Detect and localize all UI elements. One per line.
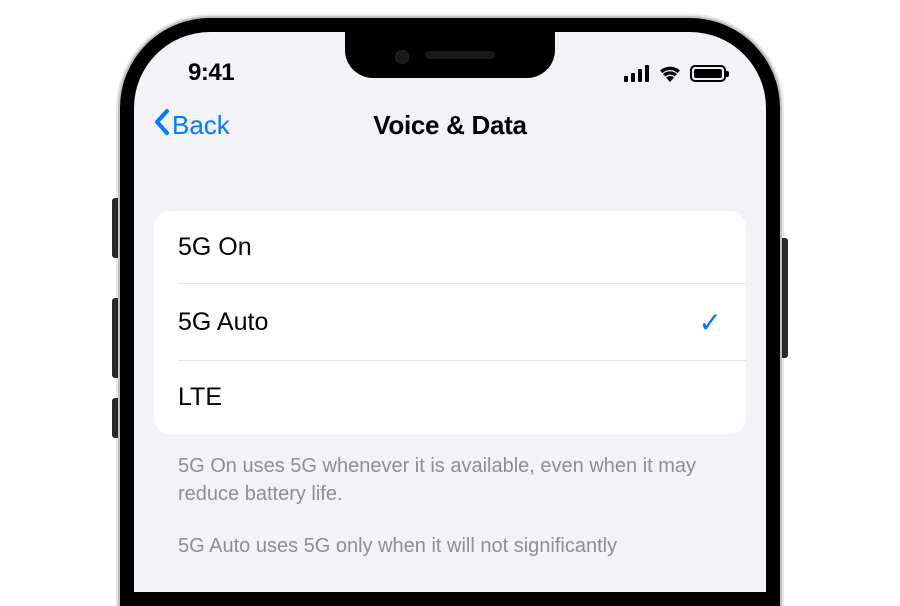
- chevron-left-icon: [152, 108, 170, 143]
- option-label: 5G Auto: [178, 308, 268, 337]
- wifi-icon: [658, 65, 682, 82]
- cellular-signal-icon: [624, 65, 650, 82]
- front-camera: [395, 50, 409, 64]
- phone-speaker: [425, 51, 495, 59]
- back-label: Back: [172, 110, 230, 141]
- page-title: Voice & Data: [373, 110, 526, 141]
- side-button: [782, 238, 788, 358]
- navigation-bar: Back Voice & Data: [134, 92, 766, 161]
- back-button[interactable]: Back: [152, 108, 230, 143]
- options-list: 5G On 5G Auto ✓ LTE: [154, 211, 746, 434]
- option-label: 5G On: [178, 233, 252, 262]
- option-5g-auto[interactable]: 5G Auto ✓: [154, 284, 746, 361]
- battery-fill: [694, 69, 722, 78]
- checkmark-icon: ✓: [699, 306, 722, 339]
- phone-device-frame: 9:41: [120, 18, 780, 606]
- option-label: LTE: [178, 383, 222, 412]
- footer-description-1: 5G On uses 5G whenever it is available, …: [154, 434, 746, 526]
- phone-screen: 9:41: [134, 32, 766, 592]
- option-5g-on[interactable]: 5G On: [154, 211, 746, 284]
- phone-notch: [345, 32, 555, 78]
- battery-icon: [690, 65, 726, 82]
- footer-description-2: 5G Auto uses 5G only when it will not si…: [154, 526, 746, 566]
- volume-button: [112, 398, 118, 438]
- status-time: 9:41: [188, 59, 234, 87]
- content-area: 5G On 5G Auto ✓ LTE 5G On uses 5G whenev…: [134, 161, 766, 566]
- status-icons: [624, 65, 726, 82]
- option-lte[interactable]: LTE: [154, 361, 746, 434]
